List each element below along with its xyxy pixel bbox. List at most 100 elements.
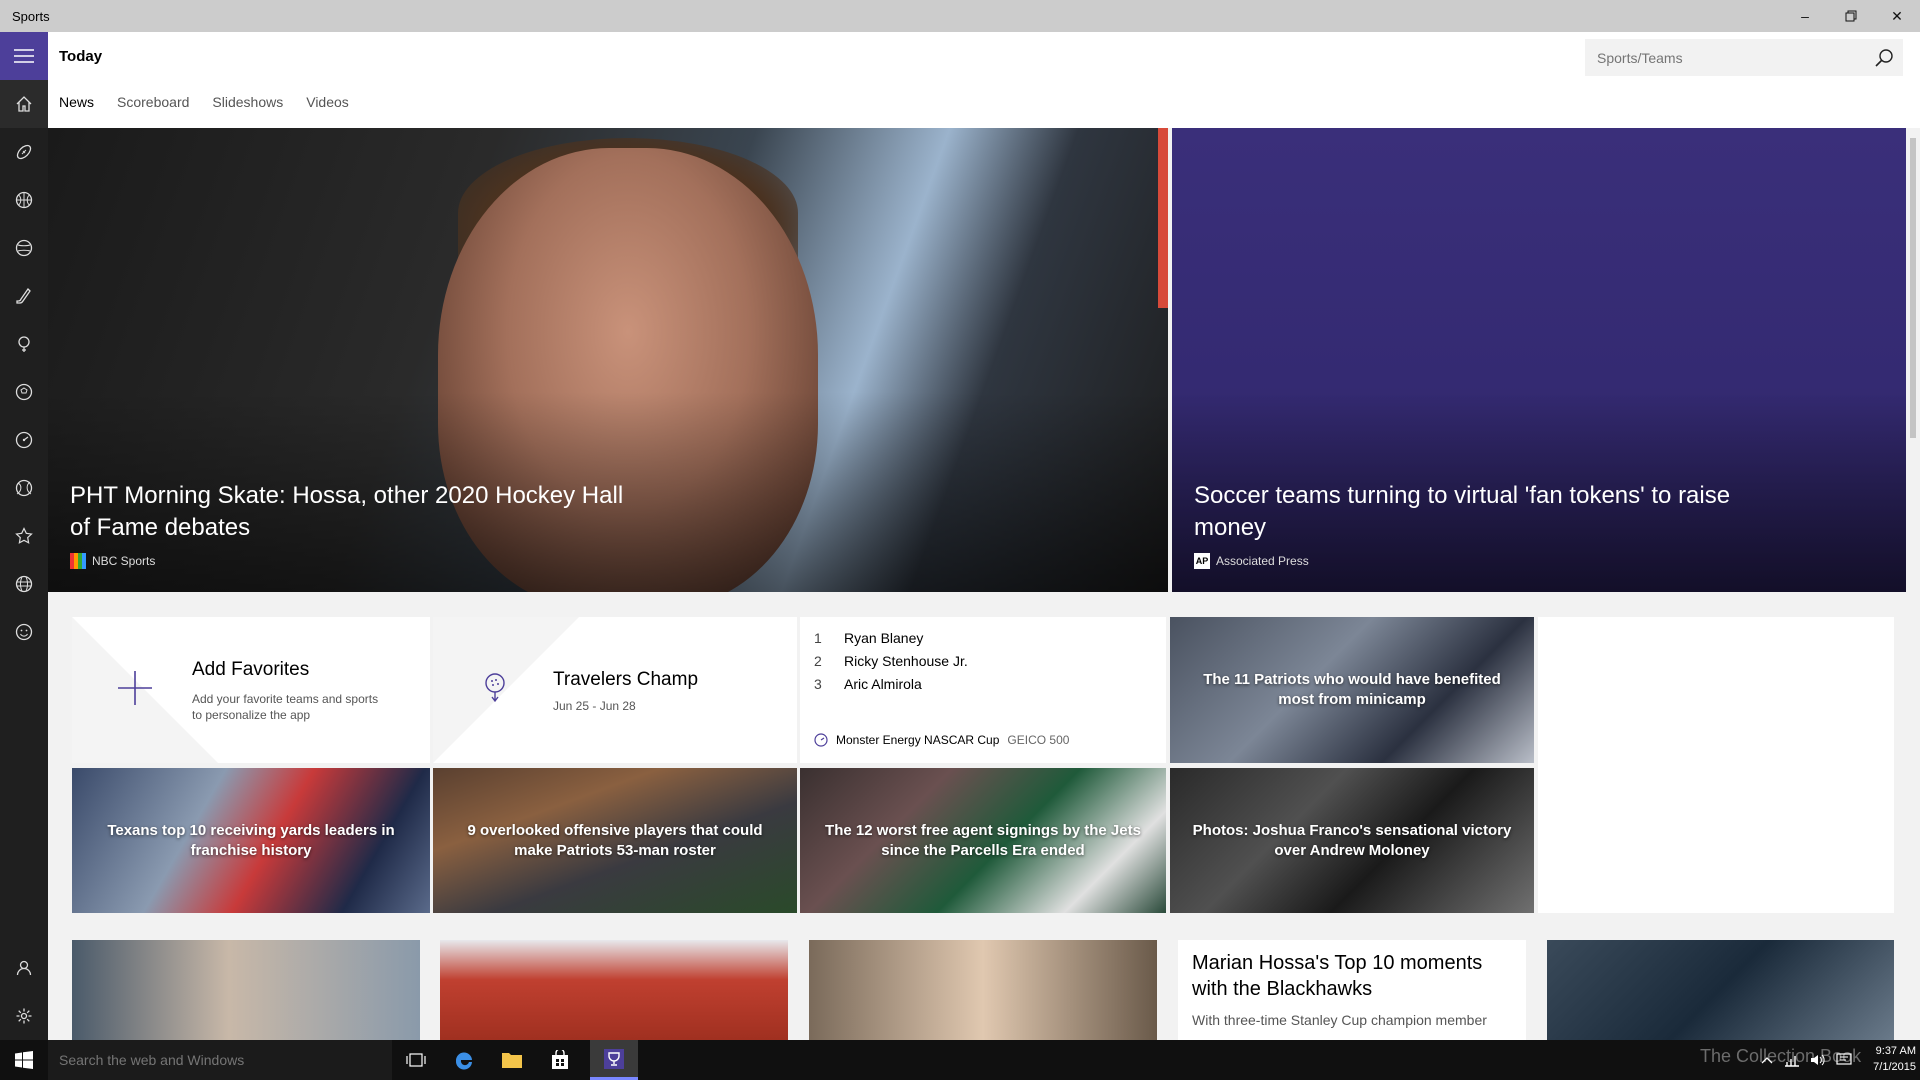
task-view-button[interactable] <box>392 1040 440 1080</box>
tournament-title: Travelers Champ <box>553 669 699 690</box>
hockey-icon <box>16 287 31 304</box>
close-button[interactable]: ✕ <box>1874 0 1920 32</box>
news-feed: PHT Morning Skate: Hossa, other 2020 Hoc… <box>48 128 1906 1040</box>
tab-slideshows[interactable]: Slideshows <box>212 94 283 110</box>
nav-tennis[interactable] <box>0 464 48 512</box>
add-favorites-tile[interactable]: Add Favorites Add your favorite teams an… <box>72 617 430 763</box>
nav-settings[interactable] <box>0 992 48 1040</box>
search-input[interactable] <box>1586 40 1866 75</box>
golf-ball-icon <box>485 673 505 703</box>
add-favorites-subtitle: Add your favorite teams and sports to pe… <box>192 692 379 722</box>
app-name: Sports <box>12 8 50 24</box>
tile-caption: 9 overlooked offensive players that coul… <box>467 821 763 859</box>
nav-more-sports[interactable] <box>0 560 48 608</box>
hero-headline: Soccer teams turning to virtual 'fan tok… <box>1194 482 1731 541</box>
hero-photo-accent <box>1158 128 1168 308</box>
notifications-icon[interactable] <box>1836 1053 1852 1067</box>
nav-soccer[interactable] <box>0 368 48 416</box>
story-tile-boxing-photos[interactable]: Photos: Joshua Franco's sensational vict… <box>1170 768 1534 913</box>
hamburger-menu-button[interactable] <box>0 32 48 80</box>
story-tile-photo-2[interactable] <box>440 940 788 1040</box>
story-tile-photo-1[interactable] <box>72 940 420 1040</box>
minimize-button[interactable]: – <box>1782 0 1828 32</box>
more-sports-icon <box>15 575 33 593</box>
nav-account[interactable] <box>0 944 48 992</box>
tile-caption: The 11 Patriots who would have benefited… <box>1203 671 1501 708</box>
race-footer: Monster Energy NASCAR Cup GEICO 500 <box>814 733 1069 747</box>
hero-headline: PHT Morning Skate: Hossa, other 2020 Hoc… <box>70 482 624 541</box>
scrollbar-thumb[interactable] <box>1910 138 1916 438</box>
settings-icon <box>16 1008 32 1024</box>
system-clock[interactable]: 9:37 AM 7/1/2015 <box>1856 1043 1916 1075</box>
race-results-tile[interactable]: 1 Ryan Blaney 2 Ricky Stenhouse Jr. 3 Aric … <box>800 617 1166 763</box>
racing-icon <box>814 733 828 747</box>
nav-basketball[interactable] <box>0 176 48 224</box>
store-button[interactable] <box>536 1040 584 1080</box>
navigation-rail <box>0 32 48 1040</box>
chevron-up-icon[interactable] <box>1760 1053 1774 1067</box>
nav-favorites[interactable] <box>0 512 48 560</box>
football-icon <box>16 144 32 160</box>
vertical-scrollbar[interactable] <box>1906 128 1920 1040</box>
hero-source: NBC Sports <box>70 553 155 569</box>
file-explorer-button[interactable] <box>488 1040 536 1080</box>
story-tile-patriots-roster[interactable]: 9 overlooked offensive players that coul… <box>433 768 797 913</box>
tab-scoreboard[interactable]: Scoreboard <box>117 94 189 110</box>
search-icon[interactable] <box>1874 48 1894 68</box>
taskbar-search-input[interactable] <box>48 1040 392 1080</box>
edge-browser-button[interactable] <box>440 1040 488 1080</box>
edge-icon <box>455 1052 472 1070</box>
hamburger-icon <box>14 49 34 63</box>
hero-story-hockey[interactable]: PHT Morning Skate: Hossa, other 2020 Hoc… <box>48 128 1168 592</box>
nav-hockey[interactable] <box>0 272 48 320</box>
soccer-icon <box>15 383 33 401</box>
fan-zone-icon <box>15 623 33 641</box>
tab-videos[interactable]: Videos <box>306 94 349 110</box>
account-icon <box>16 960 32 976</box>
nav-racing[interactable] <box>0 416 48 464</box>
nav-golf[interactable] <box>0 320 48 368</box>
tile-caption: The 12 worst free agent signings by the … <box>825 821 1141 859</box>
story-summary: With three-time Stanley Cup champion mem… <box>1192 1012 1487 1028</box>
race-result-row: 1 Ryan Blaney <box>814 630 924 646</box>
story-tile-hossa[interactable]: Marian Hossa's Top 10 moments with the B… <box>1178 940 1526 1040</box>
sports-app-taskbar-button[interactable] <box>590 1040 638 1080</box>
nav-fan-zone[interactable] <box>0 608 48 656</box>
race-event: GEICO 500 <box>1007 733 1070 747</box>
basketball-icon <box>15 191 33 209</box>
hero-source-name: NBC Sports <box>92 554 156 568</box>
story-headline: Marian Hossa's Top 10 moments with the B… <box>1192 952 1483 1000</box>
nav-football[interactable] <box>0 128 48 176</box>
restore-button[interactable] <box>1828 0 1874 32</box>
network-icon[interactable] <box>1784 1053 1800 1067</box>
racing-icon <box>15 431 33 449</box>
story-tile-jets[interactable]: The 12 worst free agent signings by the … <box>800 768 1166 913</box>
taskbar-search <box>48 1040 392 1080</box>
story-tile-photo-4[interactable] <box>1547 940 1894 1040</box>
story-tile-texans[interactable]: Texans top 10 receiving yards leaders in… <box>72 768 430 913</box>
volume-icon[interactable] <box>1810 1053 1826 1067</box>
tournament-dates: Jun 25 - Jun 28 <box>553 699 636 713</box>
golf-tournament-tile[interactable]: Travelers Champ Jun 25 - Jun 28 <box>433 617 797 763</box>
empty-tile <box>1538 617 1894 913</box>
race-results-list: 1 Ryan Blaney 2 Ricky Stenhouse Jr. 3 Aric … <box>814 627 968 696</box>
title-bar: Sports – ✕ <box>0 0 1920 32</box>
golf-icon <box>18 336 30 352</box>
nav-baseball[interactable] <box>0 224 48 272</box>
hero-source: AP Associated Press <box>1194 553 1309 569</box>
nbc-logo-icon <box>70 553 86 569</box>
app-header: Today News Scoreboard Slideshows Videos <box>48 32 1920 128</box>
task-view-icon <box>406 1053 426 1067</box>
page-title: Today <box>59 48 103 65</box>
restore-icon <box>1845 10 1857 22</box>
race-result-row: 3 Aric Almirola <box>814 676 922 692</box>
nav-home[interactable] <box>0 80 48 128</box>
favorites-icon <box>15 527 33 544</box>
sports-app-window: Sports – ✕ Today Sports/Teams News Score… <box>0 0 1920 1080</box>
hero-story-soccer[interactable]: Soccer teams turning to virtual 'fan tok… <box>1172 128 1906 592</box>
start-button[interactable] <box>0 1040 48 1080</box>
story-tile-patriots-minicamp[interactable]: The 11 Patriots who would have benefited… <box>1170 617 1534 763</box>
tab-news[interactable]: News <box>59 94 94 110</box>
story-tile-photo-3[interactable] <box>809 940 1157 1040</box>
plus-icon <box>118 671 152 705</box>
